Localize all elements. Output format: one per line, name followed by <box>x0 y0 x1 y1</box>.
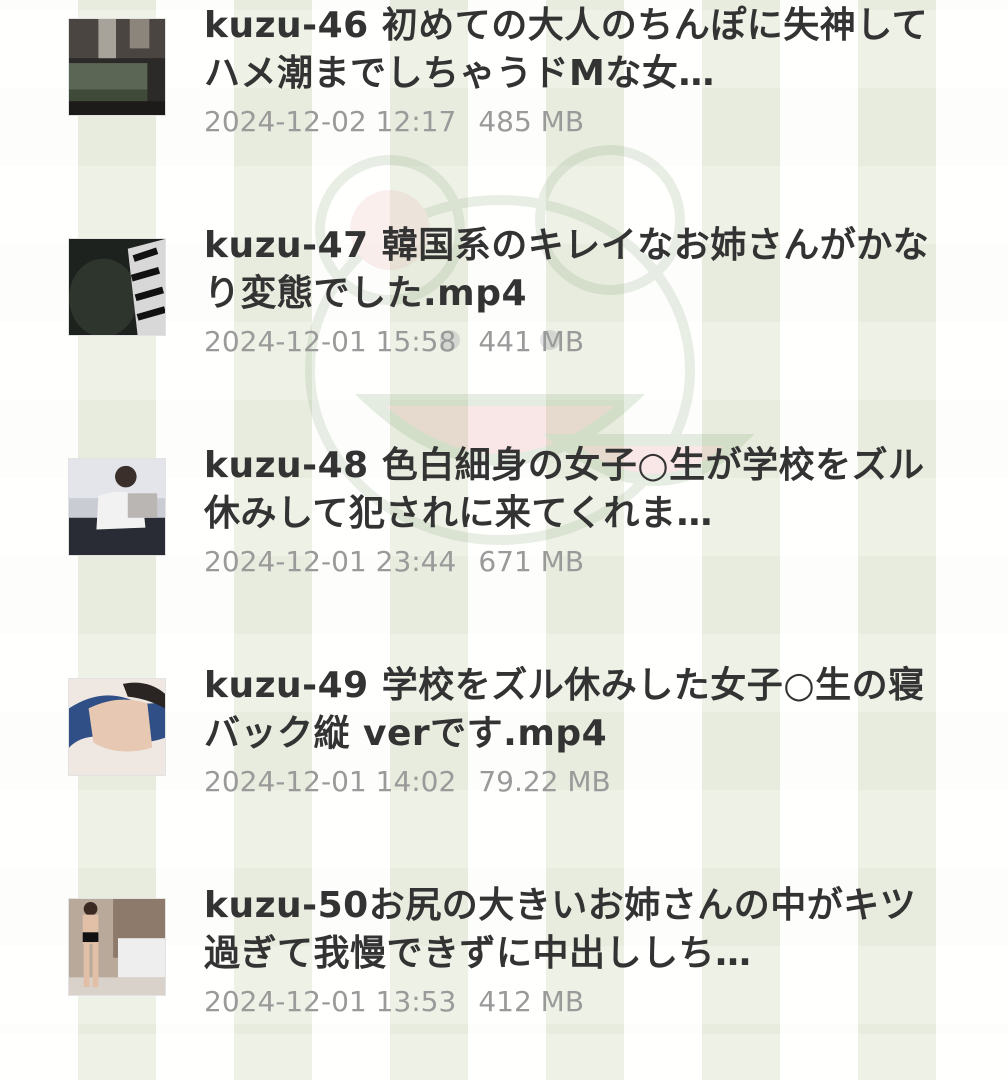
file-meta: 2024-12-01 23:44 671 MB <box>204 544 584 580</box>
file-date: 2024-12-01 13:53 <box>204 985 457 1018</box>
dark-room-thumbnail-icon <box>69 239 165 335</box>
file-size: 671 MB <box>478 545 585 578</box>
file-date: 2024-12-01 23:44 <box>204 545 457 578</box>
file-meta: 2024-12-01 13:53 412 MB <box>204 984 584 1020</box>
video-thumbnail[interactable] <box>68 678 166 776</box>
file-meta: 2024-12-01 15:58 441 MB <box>204 324 584 360</box>
file-date: 2024-12-01 14:02 <box>204 765 457 798</box>
file-row[interactable]: kuzu-49 学校をズル休みした女子○生の寝バック縦 verです.mp4 20… <box>0 660 1008 860</box>
file-size: 441 MB <box>478 325 585 358</box>
file-name[interactable]: kuzu-46 初めての大人のちんぽに失神してハメ潮までしちゃうドMな女… <box>204 2 934 98</box>
bathroom-thumbnail-icon <box>69 899 165 995</box>
file-size: 412 MB <box>478 985 585 1018</box>
file-row[interactable]: kuzu-47 韓国系のキレイなお姉さんがかなり変態でした.mp4 2024-1… <box>0 220 1008 420</box>
bedroom-thumbnail-icon <box>69 459 165 555</box>
file-row[interactable]: kuzu-48 色白細身の女子○生が学校をズル休みして犯されに来てくれま… 20… <box>0 440 1008 640</box>
file-row[interactable]: kuzu-50お尻の大きいお姉さんの中がキツ過ぎて我慢できずに中出ししち… 20… <box>0 880 1008 1080</box>
file-size: 79.22 MB <box>478 765 611 798</box>
bed-thumbnail-icon <box>69 679 165 775</box>
file-date: 2024-12-02 12:17 <box>204 105 457 138</box>
file-name[interactable]: kuzu-50お尻の大きいお姉さんの中がキツ過ぎて我慢できずに中出ししち… <box>204 882 934 978</box>
sofa-room-thumbnail-icon <box>69 19 165 115</box>
video-thumbnail[interactable] <box>68 458 166 556</box>
file-date: 2024-12-01 15:58 <box>204 325 457 358</box>
file-name[interactable]: kuzu-48 色白細身の女子○生が学校をズル休みして犯されに来てくれま… <box>204 442 934 538</box>
video-thumbnail[interactable] <box>68 238 166 336</box>
file-name[interactable]: kuzu-47 韓国系のキレイなお姉さんがかなり変態でした.mp4 <box>204 222 934 318</box>
video-thumbnail[interactable] <box>68 898 166 996</box>
video-thumbnail[interactable] <box>68 18 166 116</box>
file-row[interactable]: kuzu-46 初めての大人のちんぽに失神してハメ潮までしちゃうドMな女… 20… <box>0 0 1008 200</box>
file-meta: 2024-12-02 12:17 485 MB <box>204 104 584 140</box>
file-name[interactable]: kuzu-49 学校をズル休みした女子○生の寝バック縦 verです.mp4 <box>204 662 934 758</box>
file-meta: 2024-12-01 14:02 79.22 MB <box>204 764 611 800</box>
file-size: 485 MB <box>478 105 585 138</box>
